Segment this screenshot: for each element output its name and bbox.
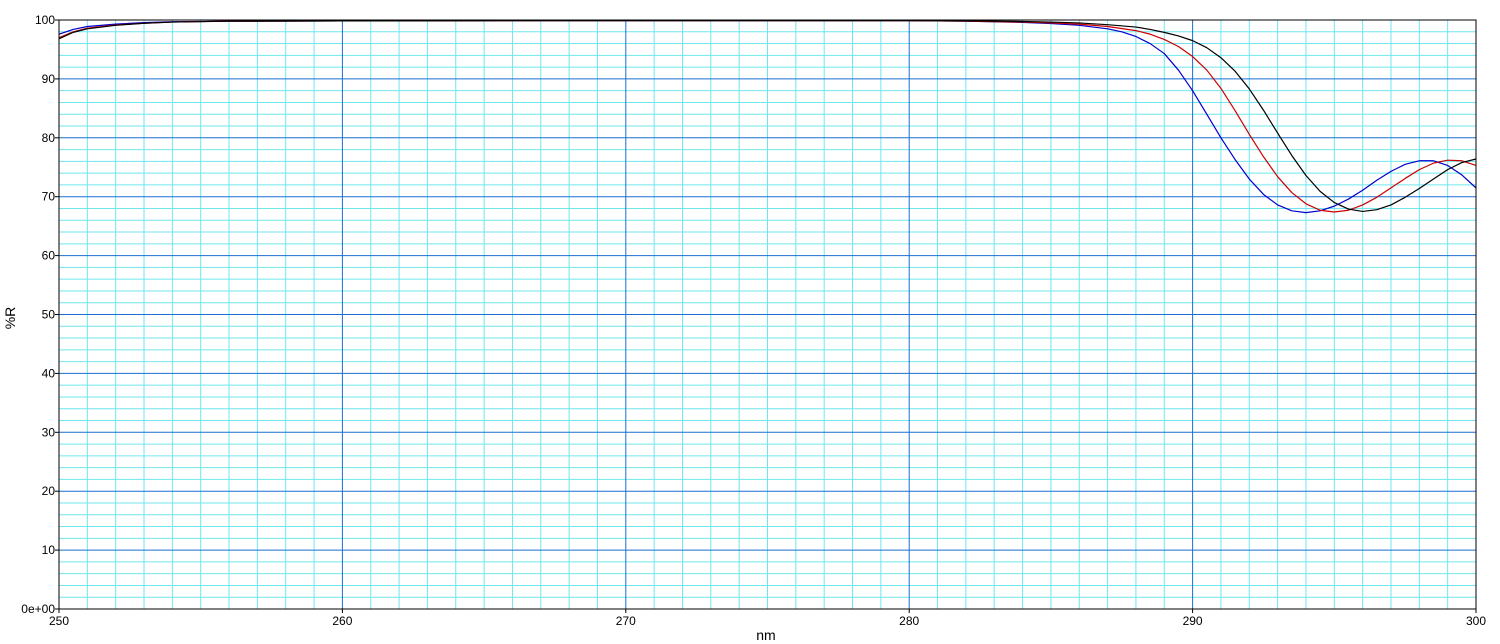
x-tick-label: 290: [1183, 614, 1203, 628]
y-tick-label: 30: [42, 425, 56, 439]
x-tick-label: 250: [49, 614, 69, 628]
x-axis-label: nm: [756, 627, 775, 643]
y-tick-label: 100: [35, 13, 55, 27]
y-tick-label: 50: [42, 308, 56, 322]
y-tick-label: 70: [42, 190, 56, 204]
y-tick-label: 0e+00: [21, 602, 55, 616]
chart-background: [0, 0, 1500, 644]
y-tick-label: 20: [42, 484, 56, 498]
y-tick-label: 10: [42, 543, 56, 557]
y-tick-label: 90: [42, 72, 56, 86]
y-axis-label: %R: [2, 307, 18, 330]
x-tick-label: 300: [1466, 614, 1486, 628]
reflectance-chart: 250 260 270 280 290 300 0e+00 10 20 30 40 50 60 70 80…: [0, 0, 1500, 644]
x-tick-label: 260: [332, 614, 352, 628]
x-tick-label: 280: [899, 614, 919, 628]
x-tick-label: 270: [616, 614, 636, 628]
y-tick-label: 40: [42, 366, 56, 380]
y-tick-label: 60: [42, 249, 56, 263]
y-tick-label: 80: [42, 131, 56, 145]
